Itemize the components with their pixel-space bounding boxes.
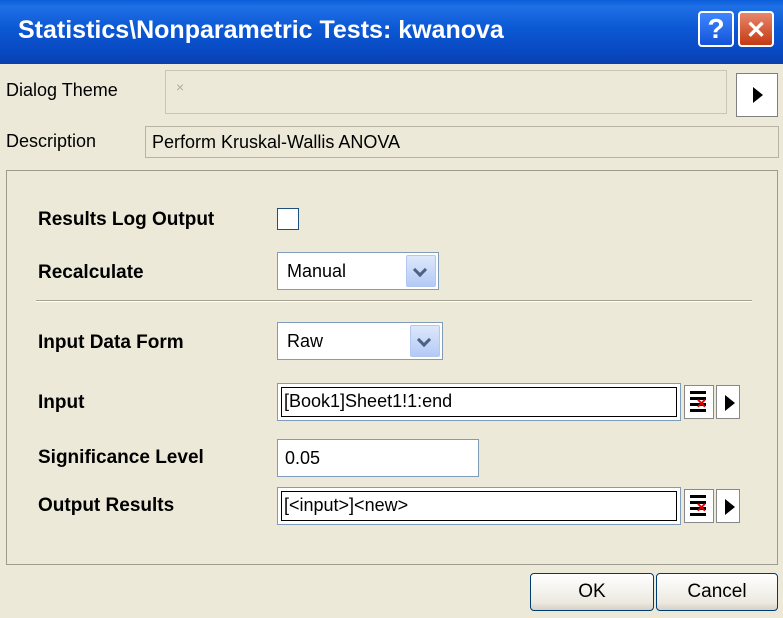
recalculate-dropdown[interactable]: Manual — [277, 252, 439, 290]
recalculate-value: Manual — [287, 261, 347, 281]
significance-level-value: 0.05 — [285, 448, 321, 468]
results-log-output-checkbox[interactable] — [277, 208, 299, 230]
play-arrow-icon — [725, 395, 735, 411]
output-results-field[interactable]: [<input>]<new> — [277, 487, 681, 525]
chevron-down-icon — [412, 262, 428, 278]
input-data-form-label: Input Data Form — [38, 332, 184, 353]
help-icon: ? — [707, 13, 725, 44]
cancel-button[interactable]: Cancel — [656, 573, 778, 611]
recalculate-label: Recalculate — [38, 262, 144, 283]
help-button[interactable]: ? — [698, 11, 734, 47]
input-range-value: [Book1]Sheet1!1:end — [284, 391, 453, 411]
close-button[interactable]: ✕ — [738, 11, 774, 47]
window-title: Statistics\Nonparametric Tests: kwanova — [18, 16, 504, 44]
input-label: Input — [38, 392, 85, 413]
description-field: Perform Kruskal-Wallis ANOVA — [145, 126, 779, 158]
dialog-theme-field[interactable]: × — [165, 70, 727, 114]
significance-level-label: Significance Level — [38, 447, 204, 468]
chevron-down-icon — [416, 332, 432, 348]
theme-value: × — [176, 79, 185, 95]
output-range-picker-button[interactable]: ✕ — [684, 489, 714, 523]
select-cursor-icon: ✕ — [696, 396, 707, 411]
description-value: Perform Kruskal-Wallis ANOVA — [152, 132, 401, 152]
select-cursor-icon: ✕ — [696, 500, 707, 515]
dropdown-button[interactable] — [410, 325, 440, 357]
play-arrow-icon — [753, 87, 763, 103]
kwanova-dialog: Statistics\Nonparametric Tests: kwanova … — [0, 0, 783, 618]
dialog-theme-label: Dialog Theme — [6, 80, 118, 100]
input-data-form-dropdown[interactable]: Raw — [277, 322, 443, 360]
input-range-menu-button[interactable] — [716, 385, 740, 419]
theme-menu-button[interactable] — [736, 73, 778, 117]
play-arrow-icon — [725, 499, 735, 515]
description-label: Description — [6, 131, 97, 151]
dropdown-button[interactable] — [406, 255, 436, 287]
output-results-value: [<input>]<new> — [284, 495, 409, 515]
output-results-menu-button[interactable] — [716, 489, 740, 523]
output-results-label: Output Results — [38, 495, 175, 516]
close-icon: ✕ — [745, 17, 767, 44]
ok-button[interactable]: OK — [530, 573, 654, 611]
input-range-picker-button[interactable]: ✕ — [684, 385, 714, 419]
title-bar[interactable]: Statistics\Nonparametric Tests: kwanova … — [0, 0, 783, 64]
input-range-field[interactable]: [Book1]Sheet1!1:end — [277, 383, 681, 421]
input-data-form-value: Raw — [287, 331, 324, 351]
separator — [36, 300, 752, 302]
results-log-output-label: Results Log Output — [38, 209, 215, 230]
significance-level-field[interactable]: 0.05 — [277, 439, 479, 477]
